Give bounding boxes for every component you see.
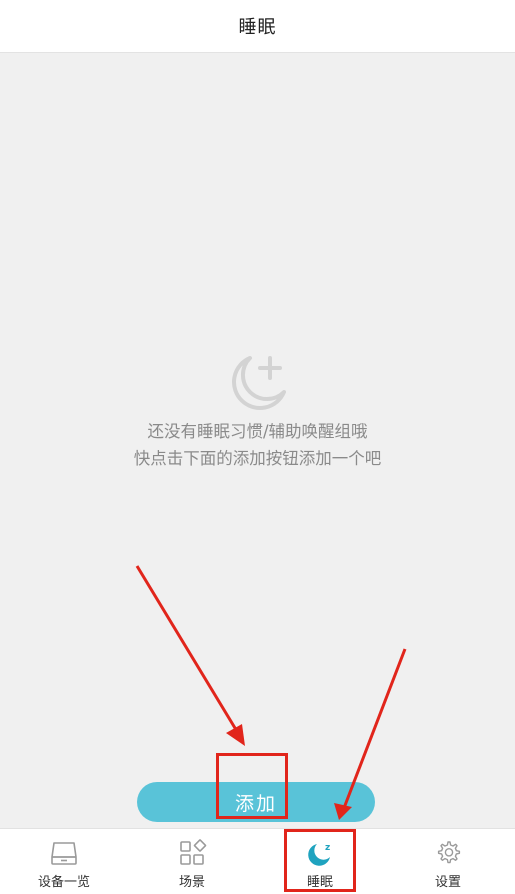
tab-settings[interactable]: 设置 [384, 829, 512, 894]
tab-scene[interactable]: 场景 [128, 829, 256, 894]
moon-plus-icon [232, 356, 286, 410]
tab-label-scene: 场景 [178, 875, 205, 890]
tab-device-list[interactable]: 设备一览 [0, 829, 128, 894]
gear-icon [437, 841, 461, 864]
tab-label-settings: 设置 [434, 875, 461, 890]
page-title: 睡眠 [238, 17, 277, 38]
annotation-box-sleep-tab [284, 829, 356, 892]
device-list-icon [51, 842, 77, 865]
tab-label-device-list: 设备一览 [37, 875, 90, 890]
bottom-tab-bar: 设备一览 场景 z 睡眠 设置 [0, 828, 515, 894]
empty-message-line-1: 还没有睡眠习惯/辅助唤醒组哦 [147, 422, 368, 441]
top-bar: 睡眠 [0, 0, 515, 53]
empty-message-line-2: 快点击下面的添加按钮添加一个吧 [133, 449, 382, 468]
scene-grid-icon [180, 839, 207, 865]
annotation-box-add [216, 753, 288, 819]
